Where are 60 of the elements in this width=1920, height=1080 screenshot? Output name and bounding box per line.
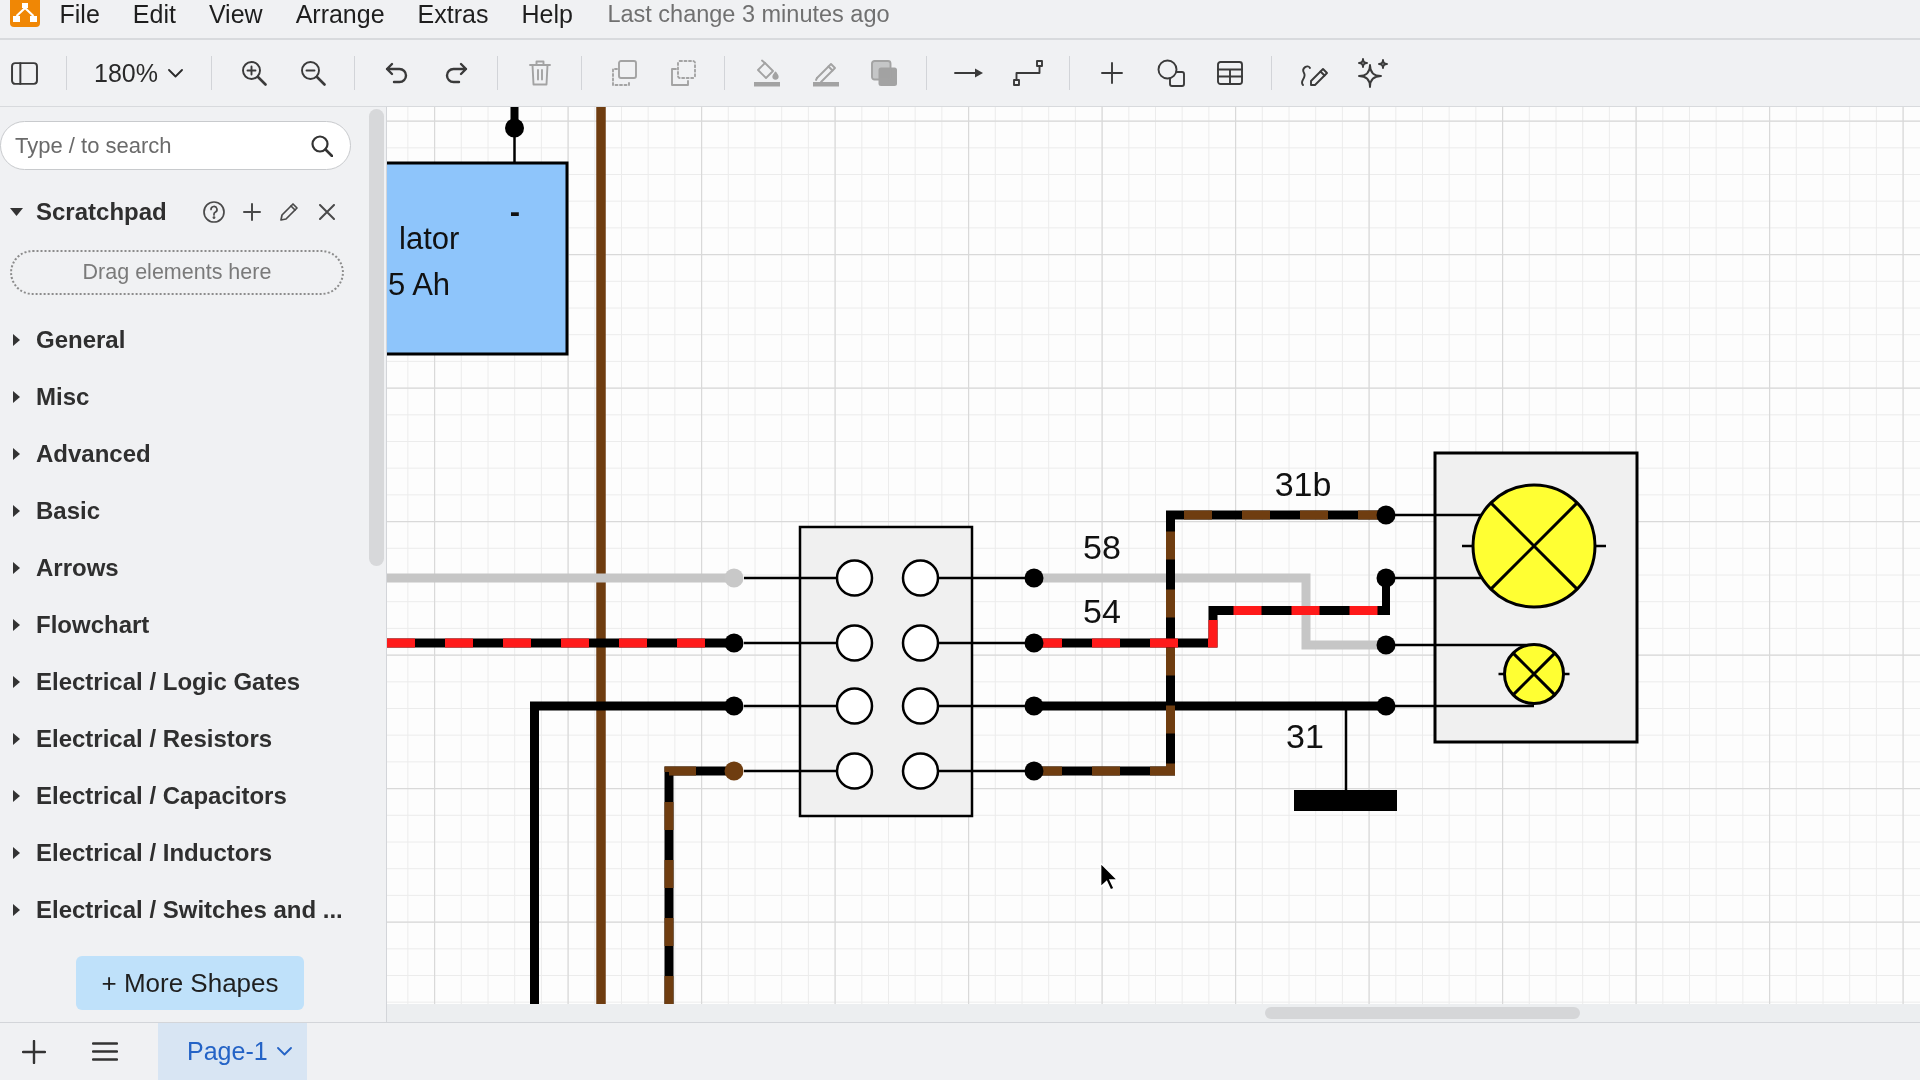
terminal-label: - xyxy=(509,194,521,229)
library-item[interactable]: Advanced xyxy=(0,425,368,483)
redo-icon xyxy=(443,62,468,84)
library-item[interactable]: Misc xyxy=(0,368,368,426)
help-icon xyxy=(203,201,225,223)
search-field[interactable]: Type / to search xyxy=(0,121,351,170)
wire-label: 31 xyxy=(1286,717,1324,755)
scratchpad-header[interactable]: Scratchpad xyxy=(0,198,167,226)
bring-to-front-icon xyxy=(610,60,637,86)
table-icon xyxy=(1216,61,1243,85)
menu-item[interactable]: Edit xyxy=(116,0,193,28)
menu-item[interactable]: View xyxy=(192,0,280,28)
page-tab[interactable]: Page-1 xyxy=(158,1023,307,1080)
undo-icon xyxy=(384,62,409,84)
library-item[interactable]: Electrical / Resistors xyxy=(0,710,368,768)
library-item[interactable]: Electrical / Switches and ... xyxy=(0,881,368,939)
paint-bucket-icon xyxy=(752,59,781,87)
menu-item[interactable]: Help xyxy=(504,0,590,28)
zoom-dropdown[interactable]: 180% xyxy=(84,49,194,97)
library-item[interactable]: Electrical / Inductors xyxy=(0,824,368,882)
plus-icon xyxy=(22,1039,46,1064)
library-item[interactable]: Electrical / Capacitors xyxy=(0,767,368,825)
battery-label: lator xyxy=(399,221,460,256)
status-text: Last change 3 minutes ago xyxy=(607,0,890,28)
logo-icon xyxy=(10,0,40,27)
close-icon xyxy=(318,204,335,220)
menu-item[interactable]: File xyxy=(43,0,117,28)
more-shapes-button[interactable]: + More Shapes xyxy=(76,956,304,1010)
shadow-icon xyxy=(871,59,899,87)
scrollbar[interactable] xyxy=(369,109,384,566)
pencil-icon xyxy=(279,202,299,222)
shapes-icon xyxy=(1156,59,1185,87)
search-icon xyxy=(311,134,333,157)
sparkles-icon xyxy=(1357,58,1388,88)
plus-icon xyxy=(1100,62,1123,84)
waypoint-connector-icon xyxy=(1012,60,1043,86)
chevron-down-icon xyxy=(167,68,183,78)
library-item[interactable]: Flowchart xyxy=(0,596,368,654)
wire xyxy=(505,107,524,163)
wire-label: 58 xyxy=(1083,528,1121,566)
plus-icon xyxy=(242,203,261,221)
menu-icon xyxy=(92,1042,118,1061)
drop-zone[interactable]: Drag elements here xyxy=(10,250,344,295)
send-to-back-icon xyxy=(669,60,696,86)
library-item[interactable]: General xyxy=(0,311,368,369)
chevron-down-icon xyxy=(276,1047,292,1056)
arrow-right-icon xyxy=(953,67,984,79)
library-item[interactable]: Basic xyxy=(0,482,368,540)
menu-item[interactable]: Arrange xyxy=(279,0,402,28)
zoom-in-icon xyxy=(240,60,267,86)
sidebar-toggle-icon xyxy=(10,61,38,85)
scrollbar[interactable] xyxy=(1265,1007,1580,1019)
menu-item[interactable]: Extras xyxy=(401,0,505,28)
zoom-out-icon xyxy=(299,60,326,86)
battery-label: 5 Ah xyxy=(388,267,451,302)
library-item[interactable]: Electrical / Logic Gates xyxy=(0,653,368,711)
wire-label: 54 xyxy=(1083,592,1121,630)
trash-icon xyxy=(528,60,551,86)
wire-label: 31b xyxy=(1274,465,1332,503)
library-item[interactable]: Arrows xyxy=(0,539,368,597)
